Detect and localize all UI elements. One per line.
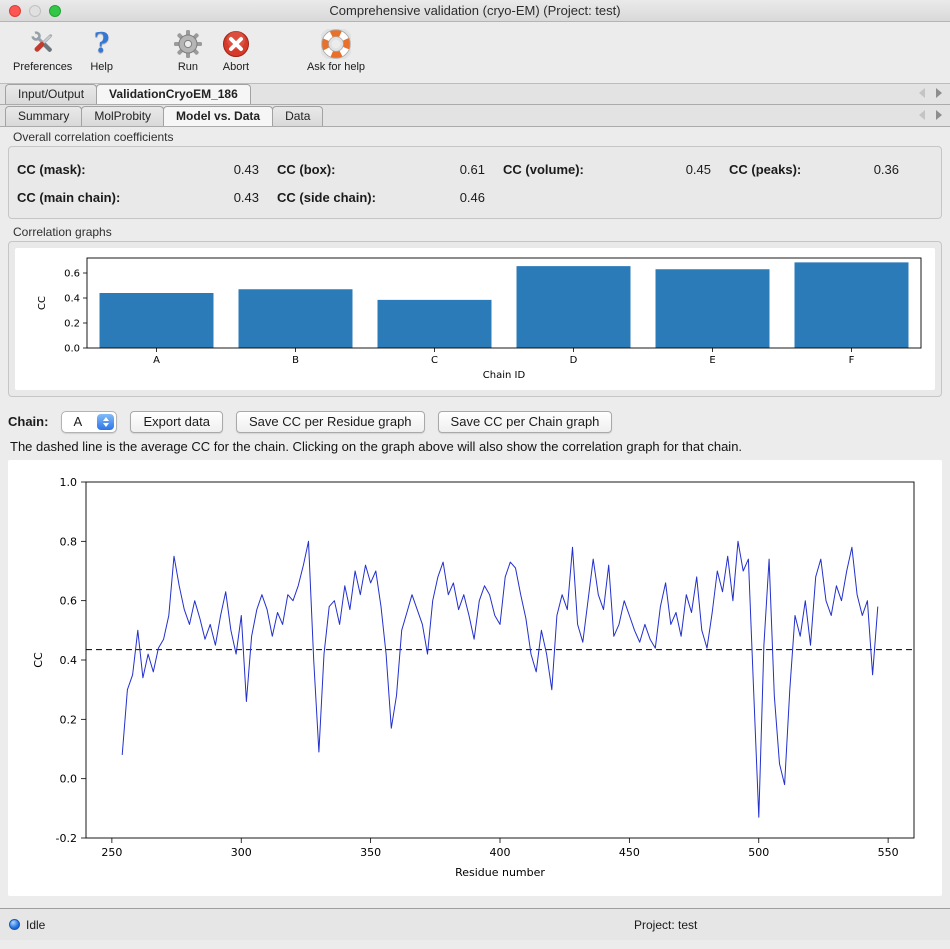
chain-label: Chain: [8,414,48,429]
primary-tab-bar: Input/Output ValidationCryoEM_186 [0,84,950,105]
cc-volume-label: CC (volume): [489,162,637,177]
svg-text:-0.2: -0.2 [56,832,77,845]
toolbar-label-run: Run [178,61,198,73]
title-bar: Comprehensive validation (cryo-EM) (Proj… [0,0,950,22]
svg-text:CC: CC [32,652,45,668]
run-button[interactable]: Run [164,27,212,73]
cc-volume-value: 0.45 [637,162,715,177]
svg-text:0.2: 0.2 [60,713,78,726]
svg-text:D: D [570,355,578,366]
dashed-line-note: The dashed line is the average CC for th… [10,439,940,454]
preferences-button[interactable]: Preferences [4,27,81,73]
cc-per-chain-bar-chart[interactable]: 0.0 0.2 0.4 0.6 A B C D E F Chain ID CC [15,248,935,390]
traffic-lights [9,5,61,17]
toolbar-label-help: Help [90,61,113,73]
cc-side-chain-value: 0.46 [415,190,489,205]
question-mark-icon: ? [94,27,110,60]
svg-text:0.4: 0.4 [64,294,80,305]
status-text: Idle [26,918,45,932]
svg-text:0.2: 0.2 [64,319,80,330]
tab-scroll-controls [919,88,950,104]
svg-text:0.6: 0.6 [64,269,80,280]
svg-text:500: 500 [748,846,769,859]
cc-side-chain-label: CC (side chain): [263,190,415,205]
export-data-button[interactable]: Export data [130,411,223,433]
svg-text:A: A [153,355,160,366]
save-cc-per-chain-button[interactable]: Save CC per Chain graph [438,411,613,433]
chain-controls: Chain: A Export data Save CC per Residue… [8,410,942,433]
svg-text:450: 450 [619,846,640,859]
toolbar: Preferences ? Help Run [0,22,950,84]
lifesaver-icon [321,27,351,60]
cc-mask-value: 0.43 [167,162,263,177]
cc-peaks-label: CC (peaks): [715,162,827,177]
tab-scroll-right-icon[interactable] [936,88,942,98]
combo-stepper-icon [97,414,114,430]
ask-for-help-button[interactable]: Ask for help [298,27,374,73]
zoom-button[interactable] [49,5,61,17]
project-label: Project: test [634,918,697,932]
bar-chart-svg: 0.0 0.2 0.4 0.6 A B C D E F Chain ID CC [15,248,933,388]
tab-validationcryoem-186[interactable]: ValidationCryoEM_186 [96,84,251,104]
tools-icon [27,27,59,60]
tab-data[interactable]: Data [272,106,323,126]
tab-molprobity[interactable]: MolProbity [81,106,164,126]
svg-text:350: 350 [360,846,381,859]
tab-scroll-right-icon[interactable] [936,110,942,120]
window-title: Comprehensive validation (cryo-EM) (Proj… [329,3,620,18]
cc-peaks-value: 0.36 [827,162,903,177]
toolbar-label-abort: Abort [223,61,249,73]
cc-main-chain-value: 0.43 [167,190,263,205]
overall-cc-legend: Overall correlation coefficients [13,130,174,144]
tab-model-vs-data[interactable]: Model vs. Data [163,106,273,126]
close-button[interactable] [9,5,21,17]
svg-text:0.0: 0.0 [64,344,80,355]
toolbar-label-preferences: Preferences [13,61,72,73]
svg-text:Residue number: Residue number [455,866,545,879]
svg-text:C: C [431,355,438,366]
cc-box-label: CC (box): [263,162,415,177]
svg-text:1.0: 1.0 [60,476,78,489]
toolbar-label-ask-for-help: Ask for help [307,61,365,73]
abort-x-icon [221,27,251,60]
correlation-graphs-groupbox: Correlation graphs 0.00.20.40.6ABCDEFCha… [8,241,942,397]
svg-text:300: 300 [231,846,252,859]
tab-summary[interactable]: Summary [5,106,82,126]
correlation-graphs-legend: Correlation graphs [13,225,112,239]
status-bar: Idle Project: test [0,908,950,940]
svg-text:F: F [849,355,855,366]
save-cc-per-residue-button[interactable]: Save CC per Residue graph [236,411,425,433]
tab-scroll-left-icon[interactable] [919,88,925,98]
cc-box-value: 0.61 [415,162,489,177]
svg-text:0.6: 0.6 [60,595,78,608]
overall-cc-groupbox: Overall correlation coefficients CC (mas… [8,146,942,219]
status-indicator-icon [9,919,20,930]
svg-text:0.8: 0.8 [60,535,78,548]
overall-cc-grid: CC (mask): 0.43 CC (box): 0.61 CC (volum… [9,147,941,218]
cc-mask-label: CC (mask): [17,162,167,177]
svg-text:250: 250 [101,846,122,859]
chain-select[interactable]: A [61,411,117,433]
chain-selected-value: A [73,414,82,429]
abort-button[interactable]: Abort [212,27,260,73]
svg-text:CC: CC [37,296,48,310]
svg-text:0.0: 0.0 [60,773,78,786]
svg-text:Chain ID: Chain ID [483,370,526,381]
tab-input-output[interactable]: Input/Output [5,84,97,104]
cc-main-chain-label: CC (main chain): [17,190,167,205]
tab-scroll-controls-2 [919,110,950,126]
svg-text:B: B [292,355,299,366]
help-button[interactable]: ? Help [81,27,122,73]
line-chart-svg: -0.2 0.0 0.2 0.4 0.6 0.8 1.0 250 300 350 400 450 500… [8,460,942,896]
secondary-tab-bar: Summary MolProbity Model vs. Data Data [0,105,950,127]
svg-text:550: 550 [878,846,899,859]
cc-per-residue-line-chart: -0.2 0.0 0.2 0.4 0.6 0.8 1.0 250 300 350 400 450 500… [8,460,942,896]
svg-text:400: 400 [490,846,511,859]
tab-scroll-left-icon[interactable] [919,110,925,120]
svg-text:E: E [709,355,715,366]
minimize-button[interactable] [29,5,41,17]
gear-icon [173,27,203,60]
svg-text:0.4: 0.4 [60,654,78,667]
